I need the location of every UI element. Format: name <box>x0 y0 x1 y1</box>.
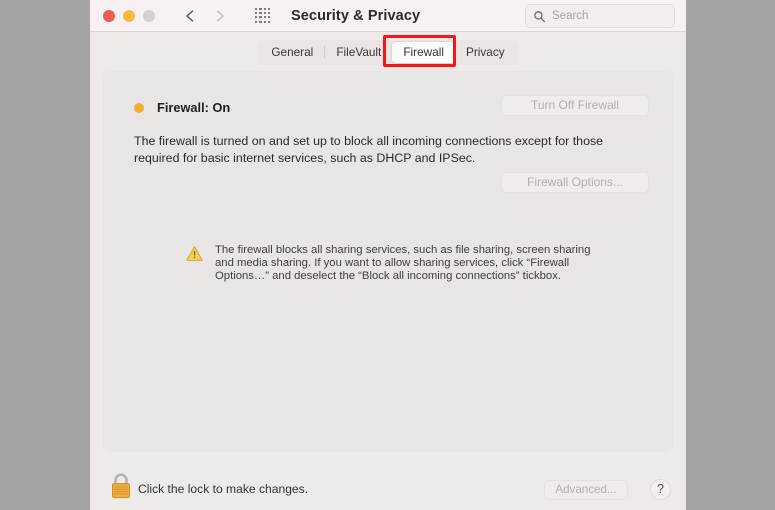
search-field[interactable]: Search <box>525 4 675 28</box>
navigation-arrows <box>183 8 227 24</box>
warning-triangle-icon <box>186 245 203 262</box>
firewall-description: The firewall is turned on and set up to … <box>134 134 604 165</box>
lock-hint-text: Click the lock to make changes. <box>138 482 309 496</box>
firewall-warning-text: The firewall blocks all sharing services… <box>215 244 591 283</box>
grid-apps-icon[interactable] <box>255 7 271 24</box>
tab-filevault[interactable]: FileVault <box>325 42 392 63</box>
advanced-button[interactable]: Advanced... <box>544 480 628 500</box>
search-placeholder: Search <box>552 10 589 22</box>
window-title: Security & Privacy <box>291 7 421 24</box>
search-icon <box>533 10 546 23</box>
tab-privacy[interactable]: Privacy <box>455 42 516 63</box>
tab-general[interactable]: General <box>260 42 324 63</box>
tab-group: General FileVault Firewall Privacy <box>258 39 518 65</box>
bottom-bar: Click the lock to make changes. Advanced… <box>90 462 686 510</box>
firewall-status-label: Firewall: On <box>157 100 231 115</box>
forward-chevron-right-icon[interactable] <box>213 8 227 24</box>
back-chevron-left-icon[interactable] <box>183 8 197 24</box>
screen: Security & Privacy Search General FileVa… <box>0 0 775 510</box>
padlock-closed-icon[interactable] <box>108 471 134 500</box>
traffic-light-buttons <box>103 9 155 22</box>
zoom-window-button[interactable] <box>143 9 155 22</box>
close-window-button[interactable] <box>103 9 115 22</box>
help-button[interactable]: ? <box>650 479 671 500</box>
window-titlebar: Security & Privacy Search <box>90 0 686 32</box>
status-indicator-dot <box>134 102 144 113</box>
firewall-panel: Firewall: On Turn Off Firewall The firew… <box>103 71 673 452</box>
minimize-window-button[interactable] <box>123 9 135 22</box>
preferences-window: Security & Privacy Search General FileVa… <box>90 0 686 510</box>
firewall-warning-block: The firewall blocks all sharing services… <box>186 244 606 284</box>
turn-off-firewall-button[interactable]: Turn Off Firewall <box>501 95 649 116</box>
firewall-options-button[interactable]: Firewall Options... <box>501 172 649 193</box>
tab-firewall[interactable]: Firewall <box>392 41 455 63</box>
tab-bar: General FileVault Firewall Privacy <box>90 32 686 72</box>
